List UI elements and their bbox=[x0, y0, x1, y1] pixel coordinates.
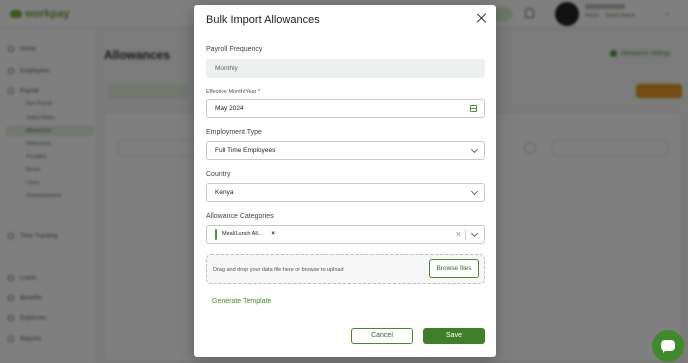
employment-type-select[interactable]: Full Time Employees bbox=[206, 141, 485, 160]
file-drop-zone[interactable]: Drag and drop your data file here or bro… bbox=[206, 254, 485, 284]
effective-date-value: May 2024 bbox=[215, 105, 244, 112]
country-select[interactable]: Kenya bbox=[206, 183, 485, 202]
allowance-categories-select[interactable]: Meal/Lunch All... × × bbox=[206, 225, 485, 244]
divider bbox=[465, 230, 466, 240]
chat-icon bbox=[661, 340, 675, 353]
chevron-down-icon[interactable] bbox=[470, 229, 479, 238]
generate-template-link[interactable]: Generate Template bbox=[212, 298, 271, 305]
effective-date-input[interactable]: May 2024 bbox=[206, 99, 485, 118]
country-value: Kenya bbox=[215, 189, 234, 196]
category-chip: Meal/Lunch All... × bbox=[215, 229, 280, 240]
close-icon[interactable] bbox=[476, 12, 488, 24]
calendar-icon[interactable] bbox=[470, 105, 477, 112]
payroll-frequency-field: Monthly bbox=[206, 59, 485, 78]
modal-title: Bulk Import Allowances bbox=[206, 14, 320, 26]
payroll-frequency-value: Monthly bbox=[215, 65, 238, 72]
chevron-down-icon[interactable] bbox=[470, 187, 479, 196]
category-chip-label: Meal/Lunch All... bbox=[222, 231, 263, 237]
clear-icon[interactable]: × bbox=[456, 229, 461, 239]
employment-type-label: Employment Type bbox=[206, 129, 262, 136]
drop-zone-hint: Drag and drop your data file here or bro… bbox=[213, 267, 344, 273]
cancel-button[interactable]: Cancel bbox=[351, 328, 413, 344]
effective-date-label: Effective Month/Year * bbox=[206, 89, 261, 95]
country-label: Country bbox=[206, 171, 231, 178]
allowance-categories-label: Allowance Categories bbox=[206, 213, 274, 220]
save-button[interactable]: Save bbox=[423, 328, 485, 344]
employment-type-value: Full Time Employees bbox=[215, 147, 276, 154]
browse-files-button[interactable]: Browse files bbox=[429, 259, 479, 278]
chat-widget-button[interactable] bbox=[652, 330, 684, 362]
chevron-down-icon[interactable] bbox=[470, 145, 479, 154]
payroll-frequency-label: Payroll Frequency bbox=[206, 46, 263, 53]
chip-remove-icon[interactable]: × bbox=[271, 231, 275, 237]
bulk-import-modal: Bulk Import Allowances Payroll Frequency… bbox=[194, 5, 496, 357]
